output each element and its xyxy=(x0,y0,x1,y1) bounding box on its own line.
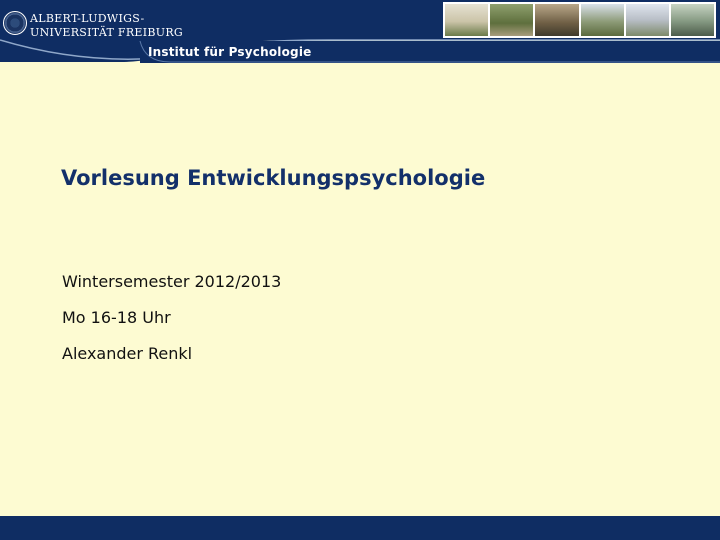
lecture-time-text: Mo 16-18 Uhr xyxy=(62,308,171,327)
university-seal-icon xyxy=(3,11,27,35)
university-logo: ALBERT-LUDWIGS- UNIVERSITÄT FREIBURG xyxy=(3,9,183,49)
logo-text-line-1: ALBERT-LUDWIGS- xyxy=(30,12,145,25)
logo-text-line-2: UNIVERSITÄT FREIBURG xyxy=(30,26,184,39)
footer-bar xyxy=(0,516,720,540)
seminar-room-photo xyxy=(490,4,534,36)
institute-name: Institut für Psychologie xyxy=(148,45,312,59)
campus-building-photo xyxy=(445,4,489,36)
semester-text: Wintersemester 2012/2013 xyxy=(62,272,282,291)
modern-building-photo xyxy=(625,4,669,36)
green-building-photo xyxy=(580,4,624,36)
campus-photo-strip xyxy=(443,2,716,38)
slide-info-list: Wintersemester 2012/2013 Mo 16-18 Uhr Al… xyxy=(62,270,281,378)
lecture-room-photo xyxy=(670,4,715,36)
lecturer-name: Alexander Renkl xyxy=(62,344,193,363)
header-banner: ALBERT-LUDWIGS- UNIVERSITÄT FREIBURG Ins… xyxy=(0,0,720,64)
slide-title: Vorlesung Entwicklungspsychologie xyxy=(61,166,486,190)
classroom-photo xyxy=(535,4,579,36)
